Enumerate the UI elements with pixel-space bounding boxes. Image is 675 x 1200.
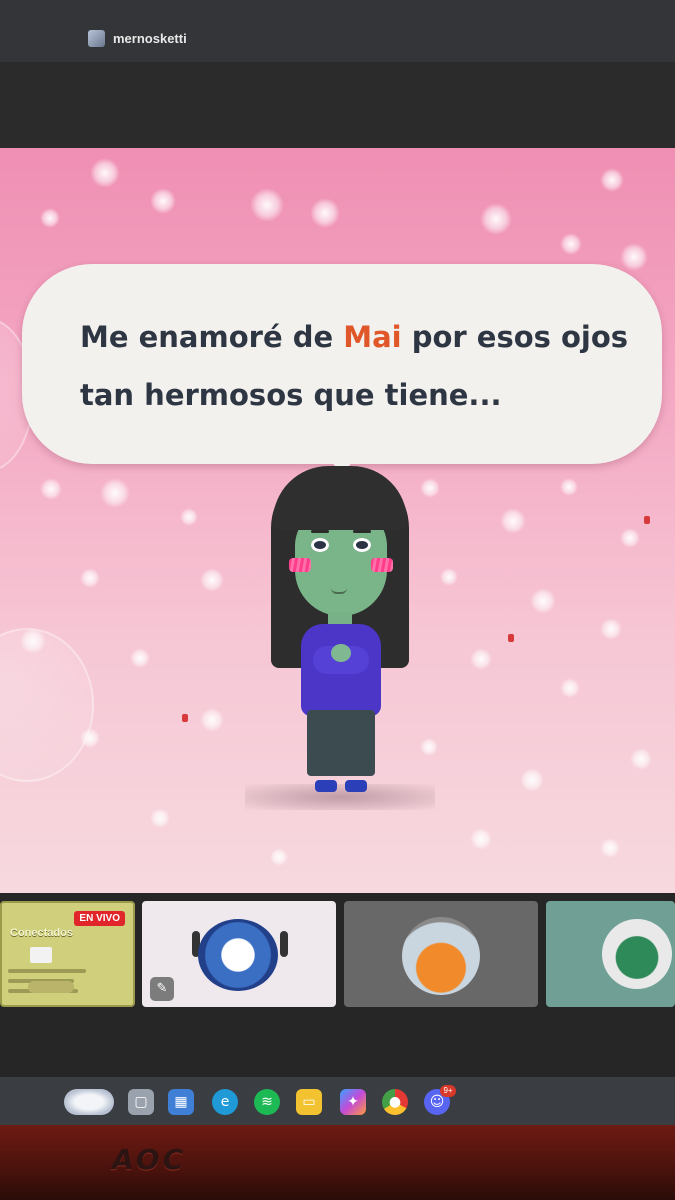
taskbar: ▢ ▦ e ≋ ▭ ✦ ● ☺ 9+ (0, 1077, 675, 1125)
thumbnail-channel-logo[interactable]: ✎ (142, 901, 336, 1007)
mii-character (245, 466, 435, 810)
logo-horn-right (280, 931, 288, 957)
mii-bangs (273, 466, 407, 530)
copilot-icon[interactable]: ✦ (340, 1089, 366, 1115)
mii-right-blush (371, 558, 393, 572)
streamer-tag[interactable]: mernosketti (88, 30, 187, 47)
mii-skirt (307, 710, 375, 776)
streamer-avatar (88, 30, 105, 47)
store-icon[interactable]: ▦ (168, 1089, 194, 1115)
stream-header: mernosketti (0, 0, 675, 62)
card-title: Conectados (10, 927, 73, 939)
mii-right-eye (353, 538, 371, 552)
thumbnail-player[interactable] (546, 901, 675, 1007)
edge-icon[interactable]: e (212, 1089, 238, 1115)
mii-hands (331, 644, 351, 662)
file-explorer-icon[interactable]: ▭ (296, 1089, 322, 1115)
channel-logo (198, 919, 278, 991)
clip-icon[interactable]: ✎ (150, 977, 174, 1001)
streamer-name: mernosketti (113, 31, 187, 46)
header-spacer (0, 62, 675, 148)
dialogue-highlighted-name: Mai (343, 320, 402, 354)
monitor-brand-logo: AOC (112, 1143, 187, 1176)
discord-notification-badge: 9+ (440, 1085, 456, 1097)
weather-widget[interactable] (64, 1089, 114, 1115)
game-video[interactable]: Me enamoré de Mai por esos ojos tan herm… (0, 148, 675, 893)
mii-left-blush (289, 558, 311, 572)
mii-shadow (245, 784, 435, 810)
thumbnail-avatar[interactable] (344, 901, 538, 1007)
mii-left-brow (311, 530, 329, 533)
stream-thumbnails: EN VIVO Conectados ✎ (0, 893, 675, 1023)
task-view-icon[interactable]: ▢ (128, 1089, 154, 1115)
thumbnail-live-card[interactable]: EN VIVO Conectados (0, 901, 135, 1007)
dialogue-text: Me enamoré de Mai por esos ojos tan herm… (80, 308, 640, 424)
spotify-icon[interactable]: ≋ (254, 1089, 280, 1115)
dialogue-bubble: Me enamoré de Mai por esos ojos tan herm… (22, 264, 662, 464)
monitor-bezel: AOC (0, 1125, 675, 1200)
avatar (402, 917, 480, 995)
mii-left-eye (311, 538, 329, 552)
live-badge: EN VIVO (74, 911, 125, 926)
player-photo (602, 919, 672, 989)
chrome-icon[interactable]: ● (382, 1089, 408, 1115)
dialogue-text-start: Me enamoré de (80, 320, 344, 354)
card-button (28, 981, 74, 993)
mii-left-foot (315, 780, 337, 792)
mii-right-foot (345, 780, 367, 792)
mii-right-brow (353, 530, 371, 533)
monitor-screen: mernosketti Me enamoré de Mai por esos o… (0, 0, 675, 1125)
